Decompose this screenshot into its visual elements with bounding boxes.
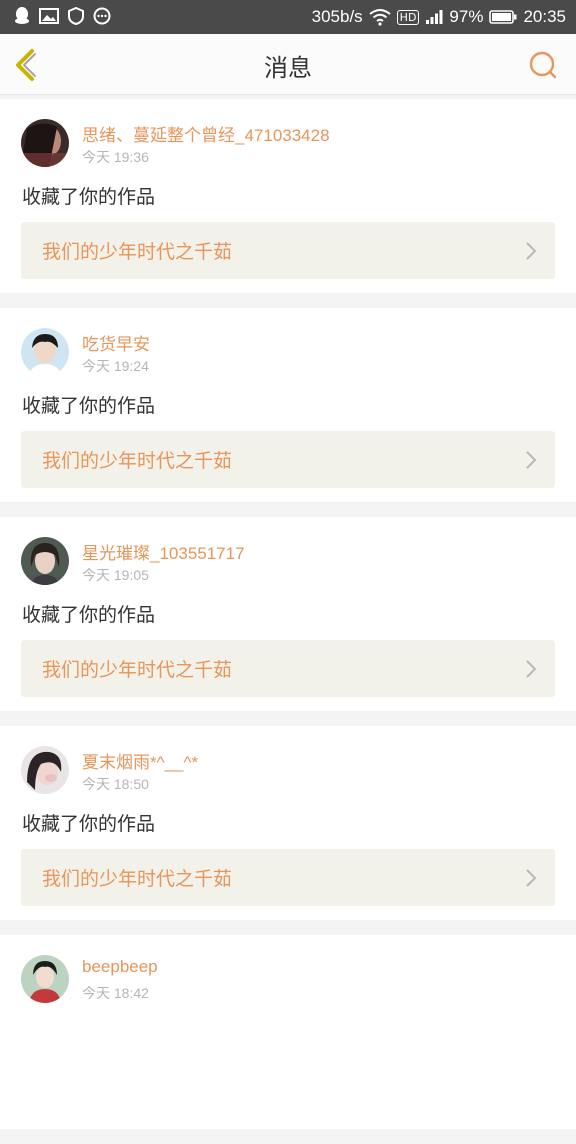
avatar[interactable] — [21, 328, 69, 376]
work-title: 我们的少年时代之千茹 — [42, 659, 233, 681]
message-card[interactable]: beepbeep 今天 18:42 — [0, 935, 576, 1129]
chat-bubble-icon — [93, 7, 111, 25]
message-card[interactable]: 吃货早安 今天 19:24 收藏了你的作品 我们的少年时代之千茹 — [0, 308, 576, 502]
work-link[interactable]: 我们的少年时代之千茹 — [21, 640, 555, 697]
avatar[interactable] — [21, 119, 69, 167]
timestamp: 今天 19:05 — [82, 567, 149, 583]
username[interactable]: 夏末烟雨*^__^* — [82, 748, 198, 773]
username[interactable]: 吃货早安 — [82, 330, 150, 355]
battery-percent: 97% — [449, 7, 484, 26]
status-system-info: 305b/s HD 97% 20:35 — [312, 0, 566, 34]
timestamp: 今天 19:24 — [82, 358, 149, 374]
qq-icon — [15, 7, 29, 24]
work-link[interactable]: 我们的少年时代之千茹 — [21, 849, 555, 906]
action-text: 收藏了你的作品 — [22, 186, 156, 208]
avatar[interactable] — [21, 746, 69, 794]
timestamp: 今天 18:42 — [82, 985, 149, 1001]
work-link[interactable]: 我们的少年时代之千茹 — [21, 431, 555, 488]
clock: 20:35 — [523, 7, 566, 26]
timestamp: 今天 18:50 — [82, 776, 149, 792]
chevron-right-icon — [526, 451, 537, 469]
avatar[interactable] — [21, 955, 69, 1003]
page-title: 消息 — [264, 54, 312, 82]
work-title: 我们的少年时代之千茹 — [42, 868, 233, 890]
action-text: 收藏了你的作品 — [22, 604, 156, 626]
hd-badge: HD — [396, 9, 420, 25]
image-icon — [39, 8, 59, 24]
message-card[interactable]: 思绪、蔓延整个曾经_471033428 今天 19:36 收藏了你的作品 我们的… — [0, 99, 576, 293]
action-text: 收藏了你的作品 — [22, 813, 156, 835]
search-icon[interactable] — [528, 50, 558, 80]
shield-icon — [68, 7, 84, 25]
work-link[interactable]: 我们的少年时代之千茹 — [21, 222, 555, 279]
work-title: 我们的少年时代之千茹 — [42, 450, 233, 472]
username[interactable]: 星光璀璨_103551717 — [82, 539, 245, 564]
signal-icon — [426, 10, 443, 24]
message-card[interactable]: 夏末烟雨*^__^* 今天 18:50 收藏了你的作品 我们的少年时代之千茹 — [0, 726, 576, 920]
chevron-right-icon — [526, 869, 537, 887]
chevron-right-icon — [526, 242, 537, 260]
work-title: 我们的少年时代之千茹 — [42, 241, 233, 263]
username[interactable]: 思绪、蔓延整个曾经_471033428 — [82, 121, 330, 146]
wifi-icon — [369, 9, 391, 26]
action-text: 收藏了你的作品 — [22, 395, 156, 417]
status-bar: 305b/s HD 97% 20:35 — [0, 0, 576, 34]
status-notification-icons — [14, 7, 111, 25]
avatar[interactable] — [21, 537, 69, 585]
chevron-right-icon — [526, 660, 537, 678]
message-card[interactable]: 星光璀璨_103551717 今天 19:05 收藏了你的作品 我们的少年时代之… — [0, 517, 576, 711]
message-list: 思绪、蔓延整个曾经_471033428 今天 19:36 收藏了你的作品 我们的… — [0, 99, 576, 1144]
top-nav-bar: 消息 — [0, 34, 576, 95]
timestamp: 今天 19:36 — [82, 149, 149, 165]
battery-icon — [489, 10, 517, 24]
username[interactable]: beepbeep — [82, 957, 158, 977]
net-speed: 305b/s — [311, 7, 363, 26]
